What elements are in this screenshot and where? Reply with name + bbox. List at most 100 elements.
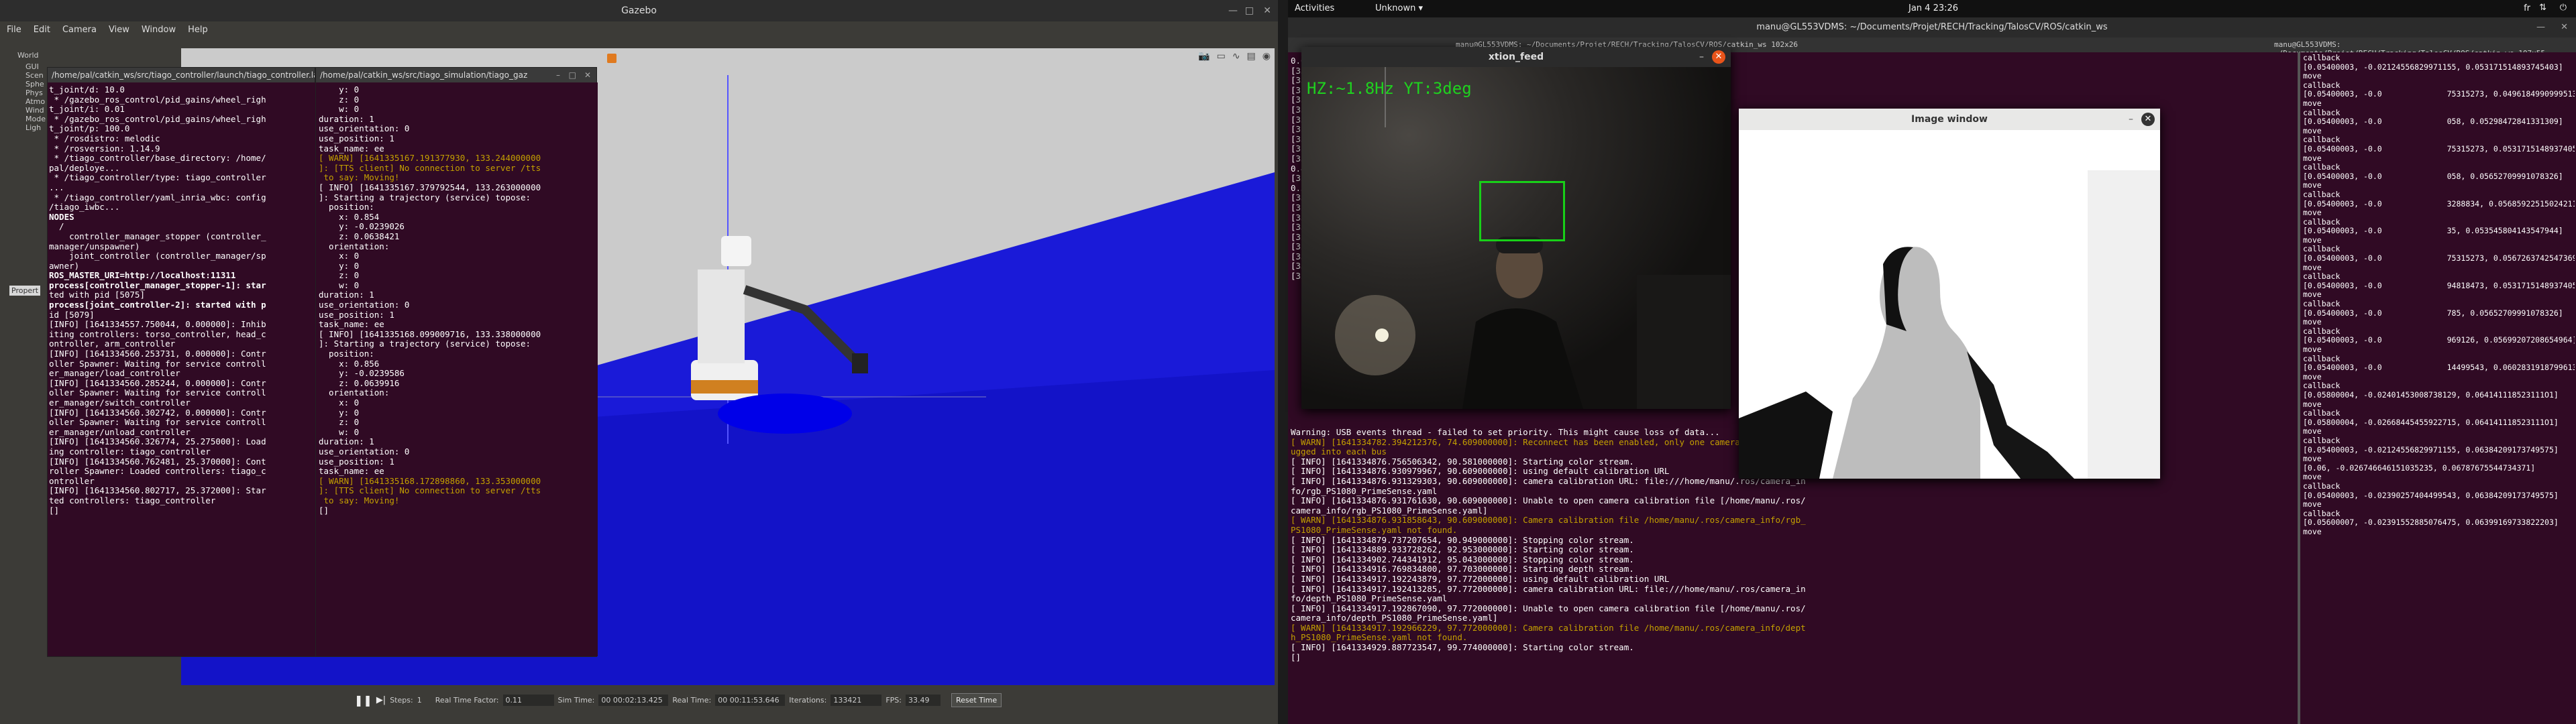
terminal-line: * /tiago_controller/type: tiago_controll… [49, 173, 266, 183]
terminal-simulation[interactable]: /home/pal/catkin_ws/src/tiago_simulation… [315, 67, 598, 657]
close-icon[interactable]: ✕ [1712, 50, 1725, 64]
terminal-line: use_orientation: 0 [319, 446, 410, 457]
terminal-line: x: 0 [319, 251, 360, 261]
app-menu[interactable]: Unknown ▾ [1375, 3, 1423, 13]
image-window[interactable]: Image window – ✕ [1739, 109, 2160, 479]
terminal-line: move [2303, 400, 2322, 409]
menu-help[interactable]: Help [188, 25, 208, 35]
tree-item[interactable]: Atmo [25, 97, 47, 106]
tree-item[interactable]: Sphe [25, 80, 47, 88]
terminal-line: move [2303, 263, 2322, 272]
network-icon[interactable]: ⇅ [2539, 3, 2546, 13]
plot-icon[interactable]: ∿ [1232, 51, 1240, 62]
realtime-value: 00 00:11:53.646 [715, 694, 786, 706]
terminal-line: [0.05400003, -0.0 14499543, 0.0602831918… [2303, 363, 2575, 373]
minimize-icon[interactable]: – [2129, 114, 2133, 125]
terminal-line: roller Spawner: Loaded controllers: tiag… [49, 467, 266, 477]
close-icon[interactable]: ✕ [2141, 113, 2155, 126]
terminal-line: iting controllers: torso_controller, hea… [49, 329, 266, 339]
simtime-label: Sim Time: [557, 695, 595, 705]
terminal-line: move [2303, 235, 2322, 245]
terminal-line: oller Spawner: Waiting for service contr… [49, 359, 266, 369]
terminal-line: callback [2303, 135, 2341, 145]
minimize-icon[interactable]: — [1228, 0, 1238, 21]
activities-button[interactable]: Activities [1295, 3, 1334, 13]
menu-camera[interactable]: Camera [62, 25, 97, 35]
reset-time-button[interactable]: Reset Time [951, 692, 1002, 707]
terminal-line: NODES [49, 212, 74, 222]
terminal-line: [ INFO] [1641334929.887723547, 99.774000… [1291, 643, 1634, 653]
maximize-icon[interactable]: □ [569, 68, 576, 82]
simtime-value: 00 00:02:13.425 [598, 694, 669, 706]
terminal-line: [ INFO] [1641335167.379792544, 133.26300… [319, 182, 541, 192]
terminal-line: move [2303, 500, 2322, 509]
minimize-icon[interactable]: – [556, 68, 560, 82]
close-icon[interactable]: ✕ [1263, 0, 1271, 21]
terminal-line: [0.05400003, -0.0 75315273, 0.0531715148… [2303, 144, 2575, 154]
menu-view[interactable]: View [109, 25, 129, 35]
tree-item[interactable]: Scen [25, 71, 47, 80]
terminal-output: y: 0 z: 0 w: 0 duration: 1 use_orientation… [316, 82, 598, 656]
ubuntu-screen: Activities Unknown ▾ Jan 4 23:26 fr ⇅ ⏻ … [1288, 0, 2576, 724]
terminal-line: move [2303, 527, 2322, 536]
terminal-line: callback [2303, 300, 2341, 309]
close-icon[interactable]: ✕ [584, 68, 591, 82]
terminal-line: process[controller_manager_stopper-1]: s… [49, 280, 266, 290]
world-panel: World GUI Scen Sphe Phys Atmo Wind Mode … [0, 38, 47, 724]
tree-item[interactable]: Wind [25, 106, 47, 115]
record-icon[interactable]: ◉ [1263, 51, 1271, 62]
minimize-icon[interactable]: – [1699, 52, 1704, 62]
terminal-line: ted controllers: tiago_controller [49, 495, 216, 505]
maximize-icon[interactable]: □ [1245, 0, 1254, 21]
minimize-icon[interactable]: — [2536, 17, 2545, 38]
terminal-line: callback [2303, 245, 2341, 254]
terminal-line: [0.05400003, -0.0 75315273, 0.0496184990… [2303, 90, 2575, 99]
video-icon[interactable]: ▭ [1217, 51, 1226, 62]
terminal-line: fo/depth_PS1080_PrimeSense.yaml [1291, 594, 1448, 604]
xtion-feed-window[interactable]: xtion_feed – ✕ HZ:~1.8Hz YT:3deg [1301, 47, 1731, 409]
terminal-right-pane[interactable]: callback [0.05400003, -0.0212455682997115… [2300, 52, 2576, 724]
terminal-line: [0.05400003, -0.02124556829971155, 0.053… [2303, 62, 2563, 72]
rtf-label: Real Time Factor: [435, 695, 499, 705]
tree-item[interactable]: Phys [25, 88, 47, 97]
pause-icon[interactable]: ❚❚ [354, 694, 372, 707]
camera-icon[interactable]: 📷 [1198, 51, 1210, 62]
terminal-line: move [2303, 345, 2322, 354]
person-body [1462, 308, 1583, 409]
menu-file[interactable]: File [7, 25, 21, 35]
terminal-line: [ WARN] [1641335167.191377930, 133.24400… [319, 154, 541, 164]
close-icon[interactable]: ✕ [2561, 17, 2568, 38]
power-icon[interactable]: ⏻ [2560, 3, 2567, 13]
scene-toolbar: 📷 ▭ ∿ ▤ ◉ [1198, 51, 1271, 62]
terminal-title-bar: /home/pal/catkin_ws/src/tiago_controller… [48, 68, 315, 82]
terminal-title: manu@GL553VDMS: ~/Documents/Projet/RECH/… [1756, 22, 2108, 32]
terminal-line: * /tiago_controller/yaml_inria_wbc: conf… [49, 192, 266, 202]
step-icon[interactable]: ▶| [376, 695, 386, 705]
steps-value[interactable]: 1 [417, 696, 422, 705]
tab-world[interactable]: World [0, 38, 47, 60]
terminal-line: ]: Starting a trajectory (service) topos… [319, 192, 531, 202]
terminal-line: use_position: 1 [319, 133, 394, 143]
clock[interactable]: Jan 4 23:26 [1909, 3, 1958, 13]
terminal-controller[interactable]: /home/pal/catkin_ws/src/tiago_controller… [47, 67, 316, 657]
terminal-line: duration: 1 [319, 290, 374, 300]
terminal-line: process[joint_controller-2]: started wit… [49, 300, 266, 310]
menu-edit[interactable]: Edit [34, 25, 50, 35]
tree-item[interactable]: GUI [25, 62, 47, 71]
scene-select-icon[interactable] [607, 54, 616, 63]
depth-right-panel [2088, 170, 2160, 479]
terminal-line: [0.05400003, -0.02390257404499543, 0.063… [2303, 491, 2559, 500]
menu-window[interactable]: Window [142, 25, 176, 35]
terminal-line: t_joint/d: 10.0 [49, 85, 125, 95]
terminal-line: [] [1291, 652, 1301, 662]
tree-item[interactable]: Ligh [25, 123, 47, 132]
terminal-line: pal/deploye... [49, 163, 120, 173]
tab-properties[interactable]: Propert [9, 286, 41, 296]
terminal-line: / [49, 222, 64, 232]
log-icon[interactable]: ▤ [1247, 51, 1256, 62]
terminal-line: callback [2303, 481, 2341, 491]
terminal-line: [0.05400003, -0.0 058, 0.052984728413313… [2303, 117, 2563, 127]
language-indicator[interactable]: fr [2524, 3, 2530, 13]
tree-item[interactable]: Mode [25, 115, 47, 123]
terminal-line: t_joint/p: 100.0 [49, 124, 130, 134]
